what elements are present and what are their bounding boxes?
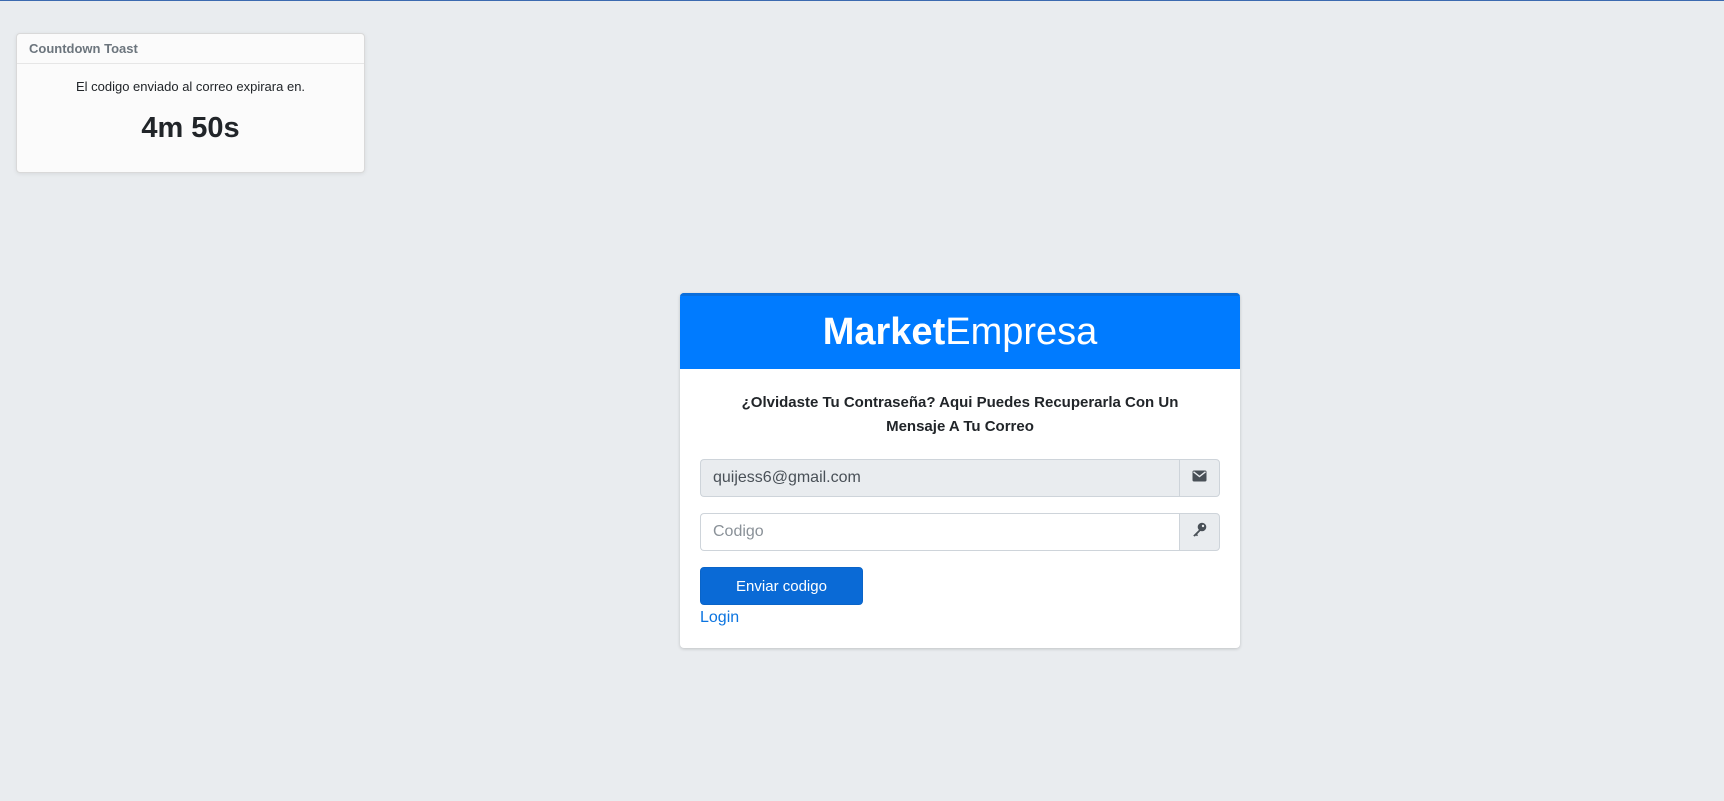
- code-input-group: [700, 513, 1220, 551]
- send-code-button[interactable]: Enviar codigo: [700, 567, 863, 605]
- email-addon: [1179, 459, 1220, 497]
- countdown-timer: 4m 50s: [141, 112, 240, 144]
- toast-header: Countdown Toast: [17, 34, 364, 64]
- brand-name-bold: Market: [822, 311, 946, 353]
- recovery-instructions: ¿Olvidaste Tu Contraseña? Aqui Puedes Re…: [741, 394, 1179, 435]
- card-header: Market Empresa: [680, 293, 1240, 369]
- code-addon: [1179, 513, 1220, 551]
- email-input-group: [700, 459, 1220, 497]
- toast-message: El codigo enviado al correo expirara en.: [75, 79, 306, 94]
- toast-body: El codigo enviado al correo expirara en.…: [17, 79, 364, 145]
- top-border-line: [0, 0, 1724, 1]
- login-link[interactable]: Login: [700, 609, 739, 627]
- brand-name-light: Empresa: [945, 311, 1098, 353]
- email-field[interactable]: [700, 459, 1179, 497]
- envelope-icon: [1192, 469, 1207, 487]
- toast-title: Countdown Toast: [29, 41, 138, 56]
- key-icon: [1192, 522, 1207, 542]
- card-body: ¿Olvidaste Tu Contraseña? Aqui Puedes Re…: [680, 391, 1240, 627]
- password-recovery-card: Market Empresa ¿Olvidaste Tu Contraseña? …: [680, 293, 1240, 648]
- code-field[interactable]: [700, 513, 1179, 551]
- countdown-toast: Countdown Toast El codigo enviado al cor…: [16, 33, 365, 173]
